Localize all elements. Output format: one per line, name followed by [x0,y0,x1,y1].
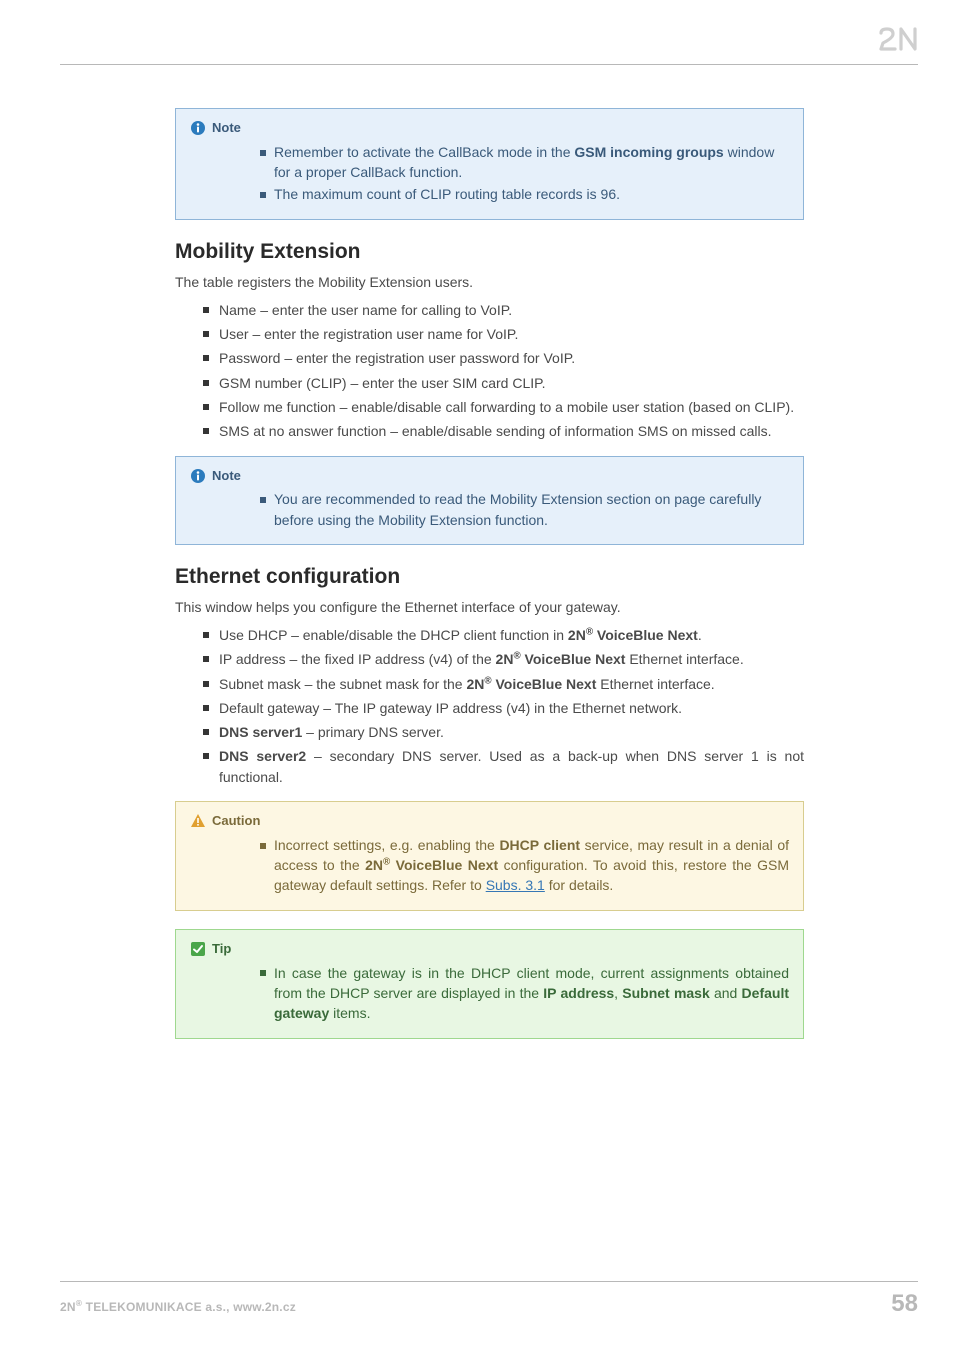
list-item: Name – enter the user name for calling t… [203,300,804,320]
ethernet-list: Use DHCP – enable/disable the DHCP clien… [175,625,804,787]
list-item: Follow me function – enable/disable call… [203,397,804,417]
check-icon [190,941,206,957]
note-item: You are recommended to read the Mobility… [260,489,789,530]
list-item: Default gateway – The IP gateway IP addr… [203,698,804,718]
list-item: DNS server1 – primary DNS server. [203,722,804,742]
list-item: SMS at no answer function – enable/disab… [203,421,804,441]
note-header: Note [190,119,789,138]
caution-title: Caution [212,812,260,831]
mobility-list: Name – enter the user name for calling t… [175,300,804,442]
note-item: The maximum count of CLIP routing table … [260,184,789,204]
page-content: Note Remember to activate the CallBack m… [175,108,804,1057]
info-icon [190,120,206,136]
ethernet-intro: This window helps you configure the Ethe… [175,599,804,615]
page-number: 58 [891,1290,918,1318]
tip-title: Tip [212,940,231,959]
note-callout-mobility: Note You are recommended to read the Mob… [175,456,804,545]
list-item: User – enter the registration user name … [203,324,804,344]
footer-divider [60,1281,918,1282]
header-divider [60,64,918,65]
list-item: Subnet mask – the subnet mask for the 2N… [203,674,804,694]
caution-item: Incorrect settings, e.g. enabling the DH… [260,835,789,896]
note-item: Remember to activate the CallBack mode i… [260,142,789,183]
subs-link[interactable]: Subs. 3.1 [486,877,545,893]
note-title: Note [212,467,241,486]
list-item: Use DHCP – enable/disable the DHCP clien… [203,625,804,645]
tip-item: In case the gateway is in the DHCP clien… [260,963,789,1024]
brand-logo [878,26,918,52]
list-item: Password – enter the registration user p… [203,348,804,368]
note-title: Note [212,119,241,138]
heading-mobility-extension: Mobility Extension [175,240,804,264]
tip-callout: Tip In case the gateway is in the DHCP c… [175,929,804,1039]
list-item: IP address – the fixed IP address (v4) o… [203,649,804,669]
footer-brand: 2N® TELEKOMUNIKACE a.s., www.2n.cz [60,1298,296,1314]
mobility-intro: The table registers the Mobility Extensi… [175,274,804,290]
heading-ethernet-configuration: Ethernet configuration [175,565,804,589]
info-icon [190,468,206,484]
list-item: GSM number (CLIP) – enter the user SIM c… [203,373,804,393]
note-header: Note [190,467,789,486]
page-footer: 2N® TELEKOMUNIKACE a.s., www.2n.cz 58 [60,1281,918,1318]
list-item: DNS server2 – secondary DNS server. Used… [203,746,804,787]
tip-header: Tip [190,940,789,959]
warning-icon [190,813,206,829]
note-callout-callback: Note Remember to activate the CallBack m… [175,108,804,220]
caution-header: Caution [190,812,789,831]
caution-callout: Caution Incorrect settings, e.g. enablin… [175,801,804,911]
